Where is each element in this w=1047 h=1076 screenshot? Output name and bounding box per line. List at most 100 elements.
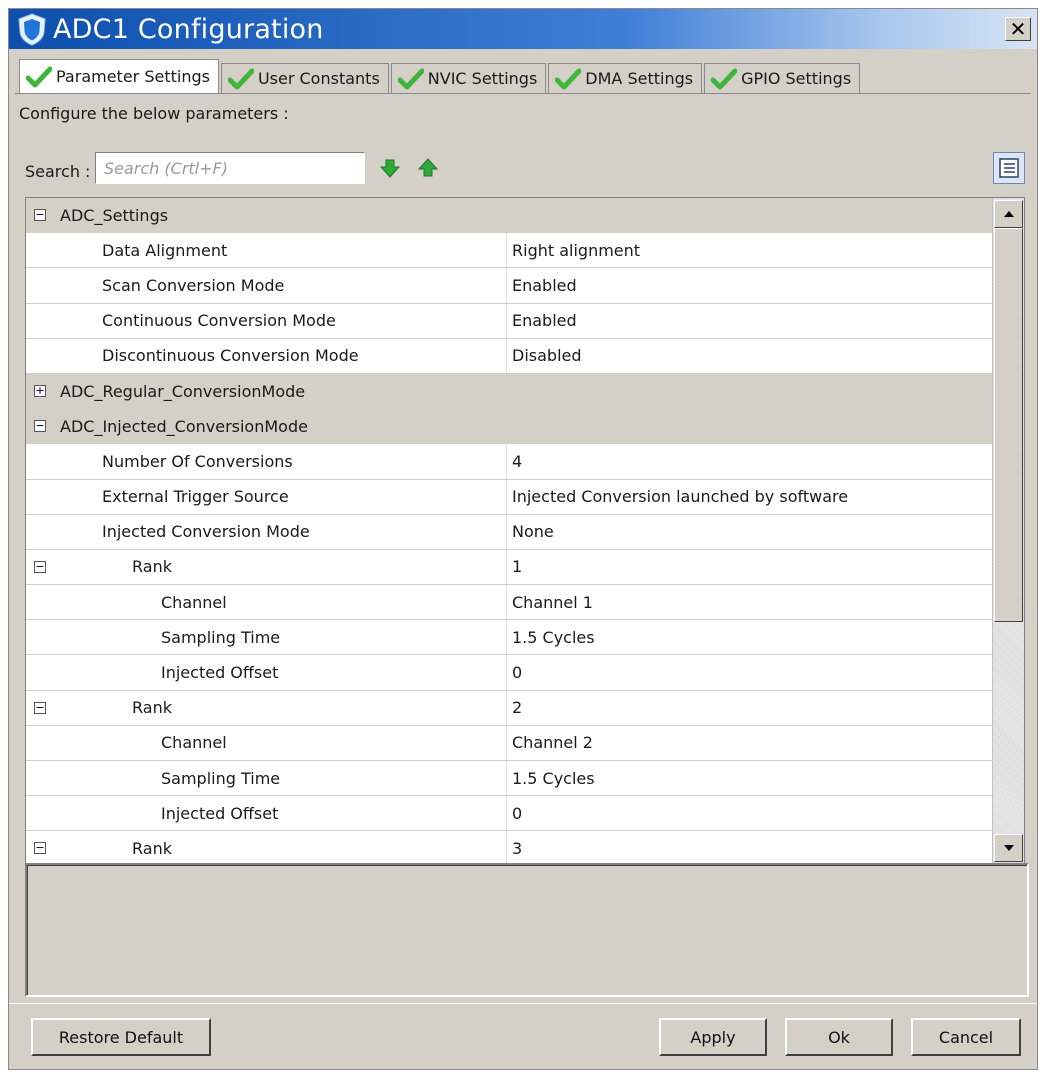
column-divider xyxy=(506,655,507,690)
rank-row[interactable]: − Rank 3 xyxy=(26,831,993,864)
parameter-name: External Trigger Source xyxy=(102,487,289,507)
group-row[interactable]: − ADC_Settings xyxy=(26,198,993,234)
parameter-row[interactable]: Injected Offset 0 xyxy=(26,655,993,691)
parameter-value[interactable]: 3 xyxy=(512,839,522,858)
collapse-icon[interactable]: − xyxy=(34,209,46,221)
checkmark-icon xyxy=(227,68,254,89)
parameter-row[interactable]: External Trigger Source Injected Conversi… xyxy=(26,479,993,515)
parameter-value[interactable]: 1.5 Cycles xyxy=(512,769,595,788)
rank-row[interactable]: − Rank 2 xyxy=(26,690,993,726)
collapse-icon[interactable]: − xyxy=(34,701,46,714)
ok-button[interactable]: Ok xyxy=(785,1018,893,1056)
checkmark-icon xyxy=(711,68,738,89)
close-icon: ✕ xyxy=(1009,17,1027,41)
parameter-value[interactable]: Enabled xyxy=(512,276,577,295)
search-input[interactable] xyxy=(95,152,365,184)
tab-user-constants[interactable]: User Constants xyxy=(220,63,389,93)
parameter-row[interactable]: Number Of Conversions 4 xyxy=(26,444,993,480)
vertical-scrollbar[interactable] xyxy=(992,198,1024,864)
parameter-value[interactable]: 2 xyxy=(512,698,522,717)
scrollbar-thumb[interactable] xyxy=(994,228,1023,622)
list-view-icon xyxy=(999,158,1019,178)
parameter-row[interactable]: Sampling Time 1.5 Cycles xyxy=(26,620,993,656)
group-row[interactable]: − ADC_Injected_ConversionMode xyxy=(26,409,993,445)
arrow-up-icon[interactable] xyxy=(417,158,439,178)
parameter-row[interactable]: Channel Channel 1 xyxy=(26,585,993,621)
parameter-name: Rank xyxy=(132,838,172,858)
parameter-name: Sampling Time xyxy=(161,768,281,788)
parameter-row[interactable]: Injected Conversion Mode None xyxy=(26,514,993,550)
group-label: ADC_Regular_ConversionMode xyxy=(60,381,306,401)
parameter-value[interactable]: 0 xyxy=(512,804,522,823)
tab-nvic-settings[interactable]: NVIC Settings xyxy=(390,63,547,93)
tab-parameter-settings[interactable]: Parameter Settings xyxy=(19,59,219,93)
parameter-value[interactable]: Disabled xyxy=(512,346,582,365)
column-divider xyxy=(506,549,507,585)
parameter-name: Rank xyxy=(132,557,172,577)
group-row[interactable]: + ADC_Regular_ConversionMode xyxy=(26,373,993,410)
column-divider xyxy=(506,444,507,479)
column-divider xyxy=(506,725,507,760)
parameter-name: Sampling Time xyxy=(161,627,281,647)
parameter-value[interactable]: Injected Conversion launched by software xyxy=(512,487,848,506)
parameter-row[interactable]: Scan Conversion Mode Enabled xyxy=(26,268,993,304)
parameter-name: Data Alignment xyxy=(102,240,228,260)
parameter-value[interactable]: 4 xyxy=(512,452,522,471)
tab-strip: Parameter Settings User Constants NVIC S… xyxy=(19,59,862,93)
parameter-name: Continuous Conversion Mode xyxy=(102,311,336,331)
title-bar: ADC1 Configuration ✕ xyxy=(9,9,1037,49)
column-divider xyxy=(506,338,507,373)
tab-label: Parameter Settings xyxy=(56,67,210,86)
close-button[interactable]: ✕ xyxy=(1005,17,1031,41)
parameter-name: Injected Conversion Mode xyxy=(102,522,310,542)
parameter-row[interactable]: Sampling Time 1.5 Cycles xyxy=(26,761,993,797)
parameter-row[interactable]: Discontinuous Conversion Mode Disabled xyxy=(26,338,993,374)
column-divider xyxy=(506,585,507,620)
collapse-icon[interactable]: − xyxy=(34,842,46,855)
parameter-row[interactable]: Continuous Conversion Mode Enabled xyxy=(26,303,993,339)
parameter-name: Discontinuous Conversion Mode xyxy=(102,346,359,366)
parameter-name: Injected Offset xyxy=(161,663,279,683)
arrow-down-icon[interactable] xyxy=(379,158,401,178)
parameter-value[interactable]: None xyxy=(512,522,554,541)
collapse-icon[interactable]: − xyxy=(34,420,46,433)
parameter-value[interactable]: Right alignment xyxy=(512,241,640,260)
parameter-name: Number Of Conversions xyxy=(102,451,293,471)
group-label: ADC_Settings xyxy=(60,205,169,225)
parameter-name: Scan Conversion Mode xyxy=(102,275,285,295)
scroll-up-button[interactable] xyxy=(994,200,1023,228)
column-divider xyxy=(506,514,507,549)
parameter-value[interactable]: Channel 1 xyxy=(512,593,593,612)
cancel-button[interactable]: Cancel xyxy=(911,1018,1021,1056)
column-divider xyxy=(506,233,507,268)
parameter-row[interactable]: Channel Channel 2 xyxy=(26,725,993,761)
button-bar: Restore Default Apply Ok Cancel xyxy=(9,1003,1037,1071)
collapse-icon[interactable]: − xyxy=(34,560,46,573)
expand-icon[interactable]: + xyxy=(34,384,46,397)
restore-default-button[interactable]: Restore Default xyxy=(31,1018,211,1056)
parameter-grid: − ADC_Settings Data Alignment Right alignme… xyxy=(25,197,1025,865)
column-divider xyxy=(506,620,507,655)
parameter-row[interactable]: Data Alignment Right alignment xyxy=(26,233,993,269)
parameter-value[interactable]: 0 xyxy=(512,663,522,682)
parameter-row[interactable]: Injected Offset 0 xyxy=(26,796,993,832)
parameter-value[interactable]: Channel 2 xyxy=(512,733,593,752)
parameter-value[interactable]: 1.5 Cycles xyxy=(512,628,595,647)
adc1-configuration-dialog: ADC1 Configuration ✕ Parameter Settings … xyxy=(8,8,1038,1070)
description-panel xyxy=(25,863,1029,997)
parameter-name: Injected Offset xyxy=(161,803,279,823)
parameter-value[interactable]: 1 xyxy=(512,557,522,576)
tab-label: NVIC Settings xyxy=(427,69,538,88)
checkmark-icon xyxy=(26,66,52,87)
apply-button[interactable]: Apply xyxy=(659,1018,767,1056)
parameter-value[interactable]: Enabled xyxy=(512,311,577,330)
list-view-toggle-button[interactable] xyxy=(993,152,1025,184)
tab-dma-settings[interactable]: DMA Settings xyxy=(548,63,703,93)
tab-gpio-settings[interactable]: GPIO Settings xyxy=(704,63,861,93)
parameter-name: Channel xyxy=(161,733,227,753)
column-divider xyxy=(506,303,507,338)
rank-row[interactable]: − Rank 1 xyxy=(26,549,993,586)
column-divider xyxy=(506,690,507,725)
parameter-settings-panel: Configure the below parameters : Search … xyxy=(15,93,1031,997)
scroll-down-button[interactable] xyxy=(994,834,1023,862)
